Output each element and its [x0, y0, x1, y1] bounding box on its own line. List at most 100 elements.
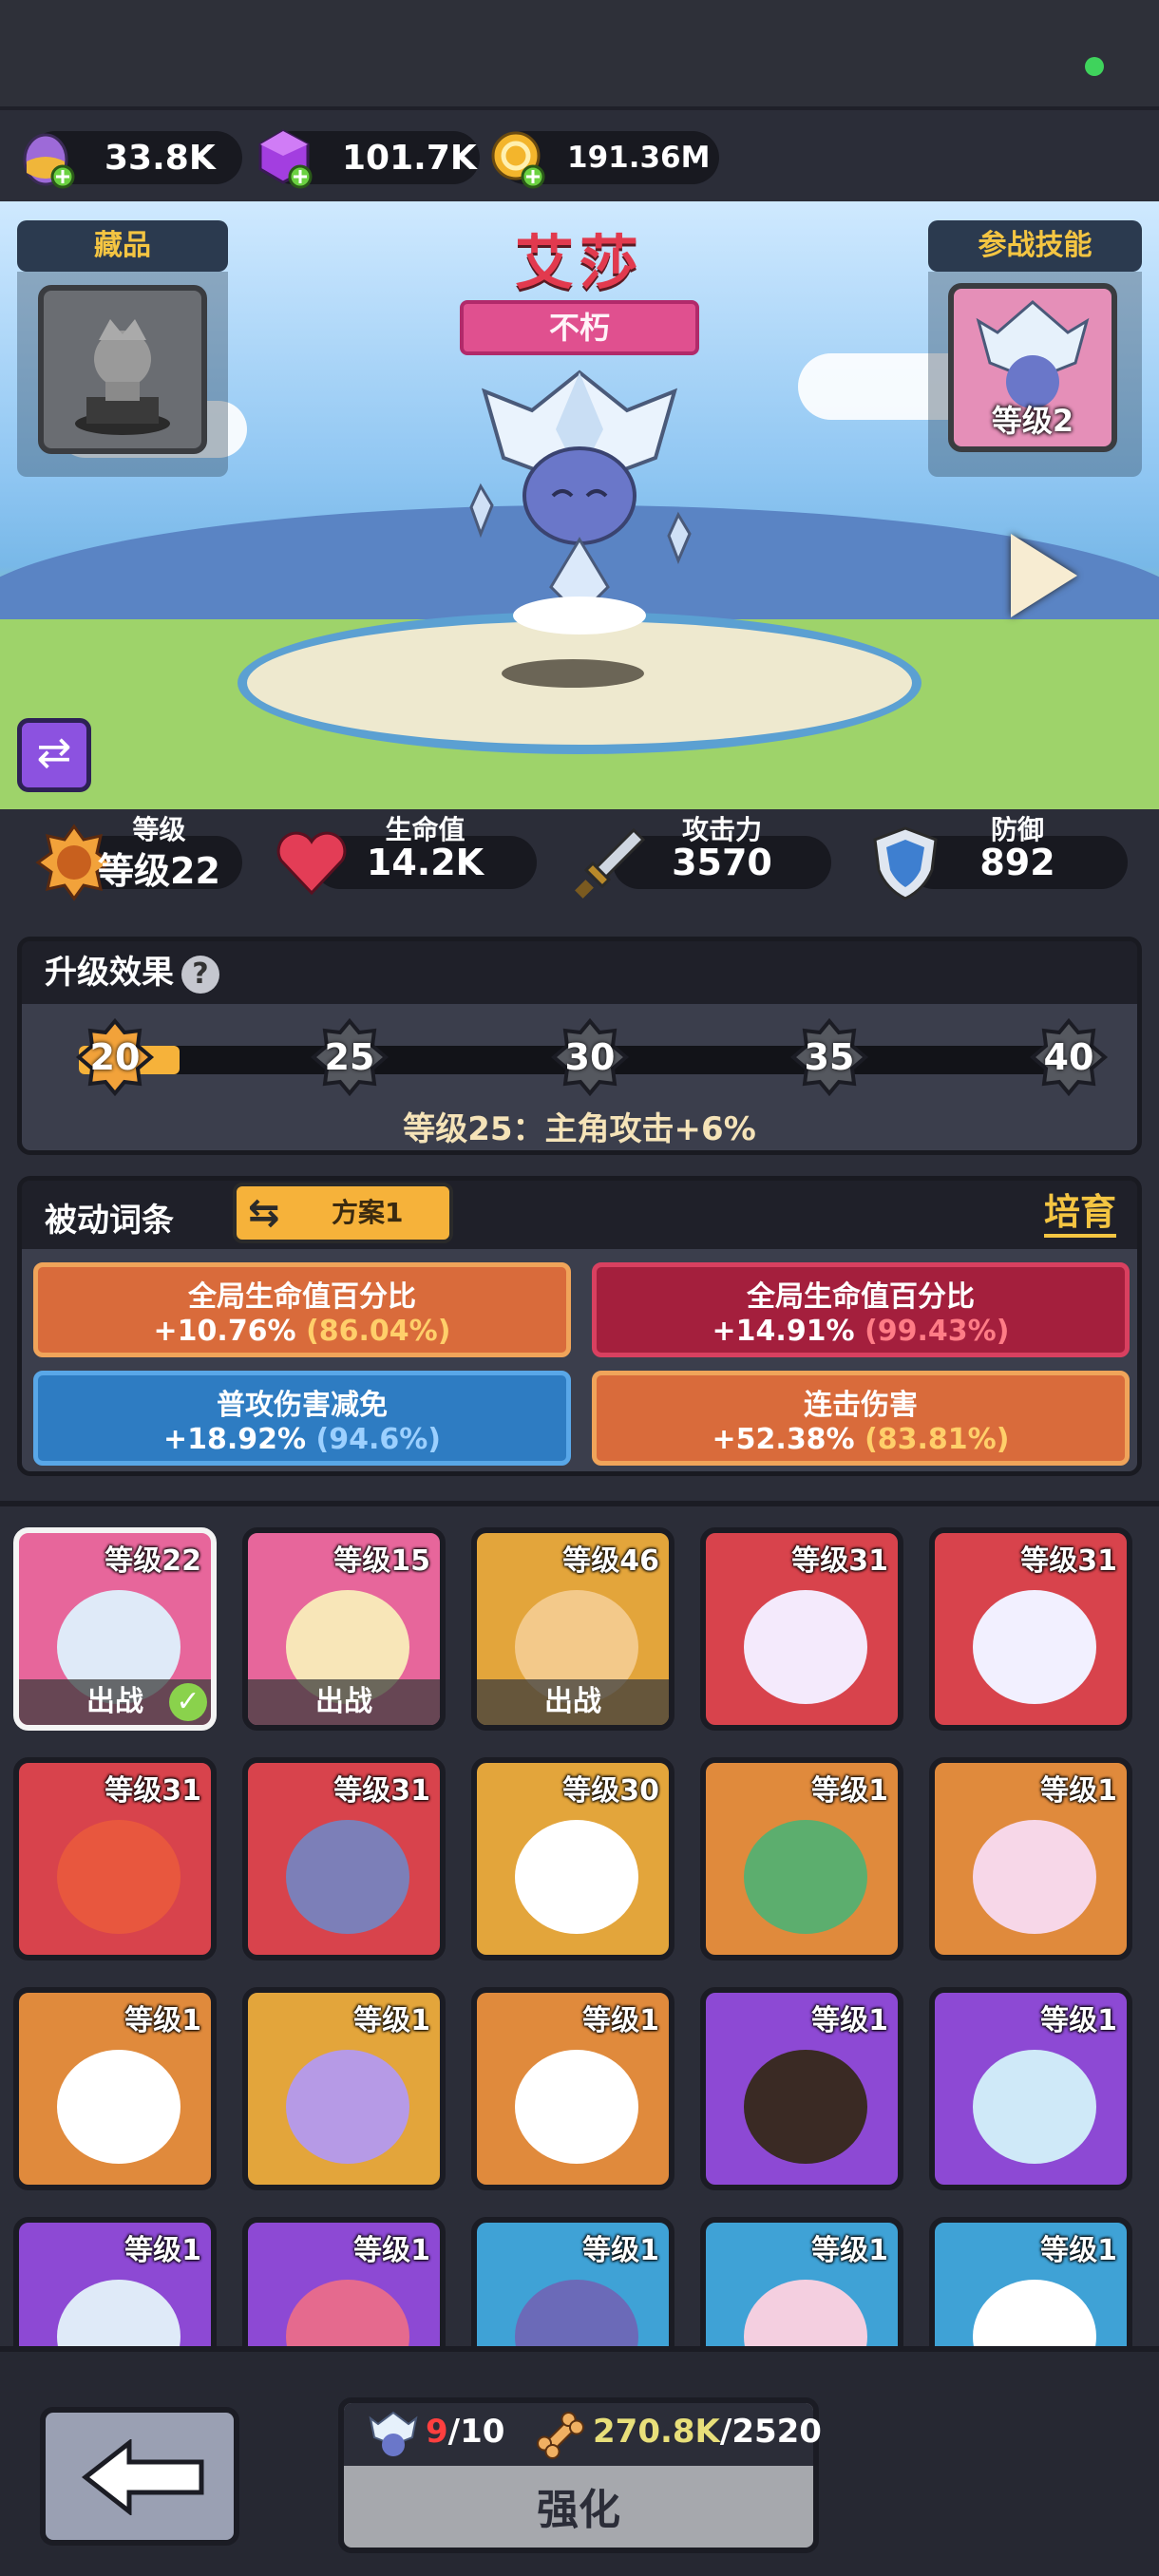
swap-button[interactable]: ⇄ — [17, 718, 91, 792]
hero-portrait-icon — [286, 1820, 409, 1934]
upgrade-effect-text: 等级25：主角攻击+6% — [403, 1110, 756, 1148]
hero-card[interactable]: 等级15 出战 — [242, 1527, 446, 1731]
hero-card[interactable]: 等级1 — [471, 2217, 674, 2346]
shard-count-total: /10 — [447, 2413, 505, 2451]
trait-max: (99.43%) — [864, 1315, 1010, 1348]
stat-hp-value: 14.2K — [366, 842, 484, 883]
hero-stage: 藏品 参战技能 等级2 艾莎 不朽 ⇄ — [0, 201, 1159, 809]
level-milestone-badge: 20 — [75, 1017, 155, 1097]
battle-skill-slot[interactable]: 等级2 — [948, 283, 1117, 452]
upgrade-effect-panel: 升级效果? 20 25 30 35 40 等级25：主角攻击+6% — [17, 937, 1142, 1155]
hero-portrait-icon — [744, 1820, 867, 1934]
status-bar — [0, 0, 1159, 106]
trait-value: +18.92% — [162, 1423, 307, 1456]
hero-card-level: 等级1 — [353, 2004, 430, 2037]
hero-card-level: 等级1 — [582, 2234, 659, 2267]
shard-count-current: 9 — [426, 2413, 448, 2451]
hero-card-level: 等级1 — [124, 2234, 201, 2267]
hero-card[interactable]: 等级1 — [471, 1987, 674, 2190]
hero-portrait-icon — [515, 1820, 638, 1934]
arrow-left-icon — [82, 2439, 204, 2515]
hero-card[interactable]: 等级1 — [929, 1987, 1132, 2190]
hero-card-level: 等级46 — [562, 1544, 659, 1578]
collection-slot[interactable] — [38, 285, 207, 454]
currency-gems[interactable]: 101.7K — [258, 129, 480, 189]
deployed-label: 出战 — [477, 1679, 669, 1725]
hero-portrait-icon — [57, 1820, 180, 1934]
bone-cost-have: 270.8K — [593, 2413, 720, 2451]
stat-defense: 防御 892 — [873, 814, 1128, 900]
passive-traits-header: 被动词条 ⇆ 方案1 培育 — [22, 1181, 1137, 1249]
passive-trait-tile[interactable]: 全局生命值百分比 +10.76% (86.04%) — [33, 1262, 571, 1357]
milestone-level: 25 — [324, 1036, 375, 1078]
hero-card[interactable]: 等级22 出战 ✓ — [13, 1527, 217, 1731]
currency-eggs[interactable]: 33.8K — [23, 131, 242, 189]
hero-portrait-icon — [515, 2280, 638, 2346]
hero-card[interactable]: 等级1 — [13, 2217, 217, 2346]
hero-card[interactable]: 等级31 — [242, 1757, 446, 1960]
trait-value: +14.91% — [712, 1315, 855, 1348]
swap-arrows-icon: ⇄ — [36, 729, 72, 777]
milestone-level: 40 — [1043, 1036, 1094, 1078]
hero-portrait-icon — [973, 1590, 1096, 1704]
hero-card[interactable]: 等级31 — [929, 1527, 1132, 1731]
hero-card-level: 等级1 — [1040, 2234, 1117, 2267]
trait-name: 全局生命值百分比 — [188, 1280, 416, 1314]
hero-card[interactable]: 等级1 — [700, 1987, 903, 2190]
deployed-label: 出战 — [248, 1679, 440, 1725]
hero-card[interactable]: 等级1 — [929, 2217, 1132, 2346]
hero-card[interactable]: 等级31 — [700, 1527, 903, 1731]
trophy-statue-icon — [75, 319, 170, 435]
plan-switch-button[interactable]: ⇆ 方案1 — [233, 1183, 453, 1243]
hero-card[interactable]: 等级1 — [13, 1987, 217, 2190]
stat-attack: 攻击力 3570 — [575, 814, 831, 899]
bottom-bar: 9/10 270.8K/2520 强化 — [0, 2346, 1159, 2576]
currency-gems-value: 101.7K — [342, 138, 477, 178]
hero-card-level: 等级31 — [1020, 1544, 1117, 1578]
hero-card[interactable]: 等级46 出战 — [471, 1527, 674, 1731]
hero-card-level: 等级31 — [791, 1544, 888, 1578]
passive-trait-tile[interactable]: 普攻伤害减免 +18.92% (94.6%) — [33, 1371, 571, 1466]
enhance-button[interactable]: 9/10 270.8K/2520 强化 — [338, 2397, 822, 2553]
level-milestone-badge: 35 — [789, 1017, 869, 1097]
help-icon[interactable]: ? — [181, 955, 219, 994]
hero-portrait-icon — [973, 2050, 1096, 2164]
checkmark-icon: ✓ — [169, 1683, 207, 1721]
stat-level-value: 等级22 — [98, 850, 220, 892]
purple-egg-icon — [23, 133, 75, 189]
hero-card[interactable]: 等级1 — [242, 1987, 446, 2190]
hero-card[interactable]: 等级30 — [471, 1757, 674, 1960]
hero-card-level: 等级1 — [1040, 1774, 1117, 1808]
enhance-label: 强化 — [537, 2486, 620, 2534]
trait-name: 全局生命值百分比 — [747, 1280, 975, 1314]
swap-arrows-icon: ⇆ — [248, 1191, 280, 1235]
passive-traits-panel: 被动词条 ⇆ 方案1 培育 全局生命值百分比 +10.76% (86.04%) … — [17, 1176, 1142, 1476]
hero-card[interactable]: 等级31 — [13, 1757, 217, 1960]
hero-card-level: 等级1 — [811, 1774, 888, 1808]
upgrade-effect-title: 升级效果 — [45, 954, 174, 992]
hero-card[interactable]: 等级1 — [242, 2217, 446, 2346]
milestone-level: 20 — [89, 1036, 141, 1078]
hero-card-level: 等级1 — [811, 2004, 888, 2037]
trait-max: (94.6%) — [315, 1423, 442, 1456]
trait-value: +10.76% — [153, 1315, 296, 1348]
passive-trait-tile[interactable]: 全局生命值百分比 +14.91% (99.43%) — [592, 1262, 1130, 1357]
next-hero-arrow[interactable] — [1011, 534, 1077, 617]
hero-card[interactable]: 等级1 — [700, 1757, 903, 1960]
cultivate-link[interactable]: 培育 — [1043, 1190, 1116, 1238]
level-milestone-badge: 40 — [1029, 1017, 1109, 1097]
hero-card-level: 等级1 — [124, 2004, 201, 2037]
back-button[interactable] — [40, 2407, 239, 2546]
passive-trait-tile[interactable]: 连击伤害 +52.38% (83.81%) — [592, 1371, 1130, 1466]
hero-card[interactable]: 等级1 — [929, 1757, 1132, 1960]
hero-card-level: 等级1 — [1040, 2004, 1117, 2037]
hero-card[interactable]: 等级1 — [700, 2217, 903, 2346]
hero-card-level: 等级15 — [333, 1544, 430, 1578]
trait-name: 普攻伤害减免 — [217, 1389, 388, 1422]
currency-coins[interactable]: 191.36M — [491, 131, 719, 189]
hero-portrait-icon — [286, 2050, 409, 2164]
hero-card-level: 等级1 — [353, 2234, 430, 2267]
bone-icon — [537, 2412, 584, 2459]
hero-roster-grid: 等级22 出战 ✓ 等级15 出战 等级46 出战 等级31 等级31 等级31 等级31 等级30 等… — [0, 1501, 1159, 2346]
purple-gem-icon — [258, 129, 313, 189]
